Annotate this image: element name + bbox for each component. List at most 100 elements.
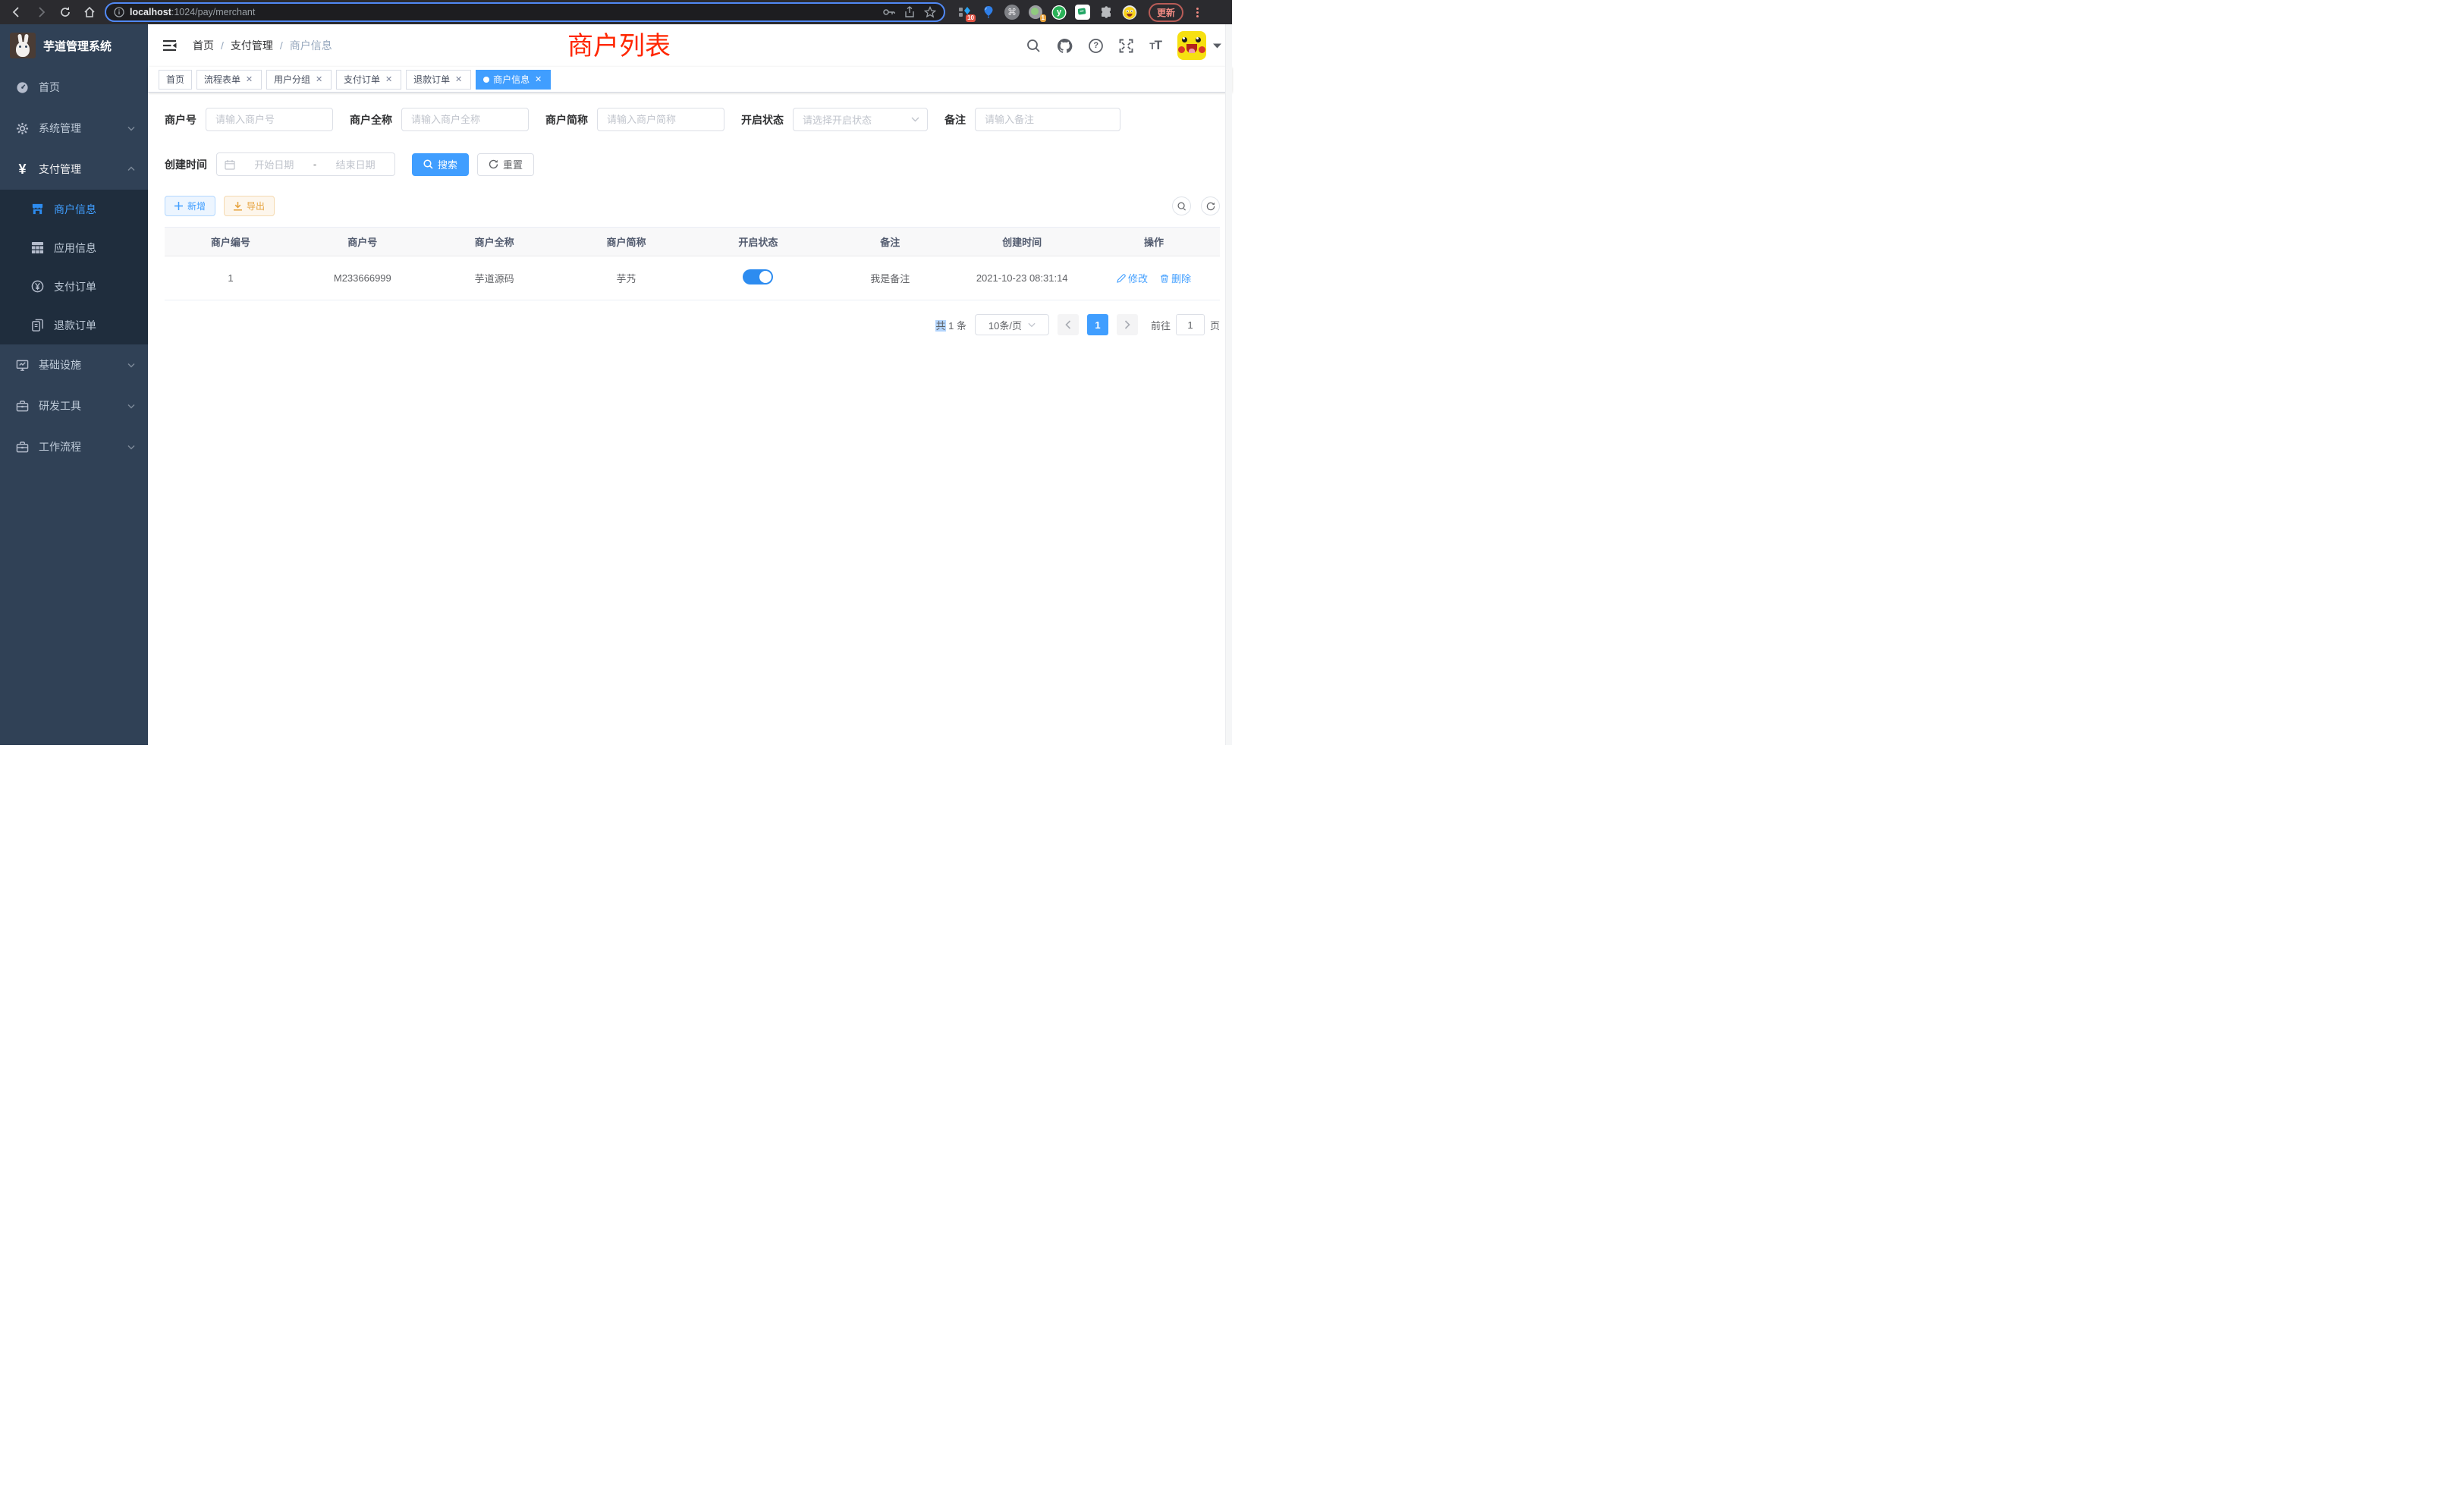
page-content: 商户号 商户全称 商户简称 开启状态 请选择开启状态: [148, 93, 1232, 745]
add-button[interactable]: 新增: [165, 196, 215, 216]
tab-close-icon[interactable]: ✕: [314, 74, 324, 84]
sidebar-collapse-button[interactable]: [159, 36, 182, 55]
browser-scrollbar[interactable]: [1225, 24, 1232, 745]
merchant-name-label: 商户全称: [350, 112, 392, 127]
extension-recorder-icon[interactable]: 1: [1028, 5, 1043, 20]
help-button[interactable]: ?: [1089, 39, 1103, 53]
fullscreen-icon[interactable]: [1119, 39, 1133, 53]
sidebar-item-merchant-info[interactable]: 商户信息: [0, 190, 148, 228]
goto-page-input[interactable]: [1176, 314, 1205, 335]
col-merchant-id: 商户编号: [165, 228, 297, 256]
extension-badge: 10: [966, 14, 976, 22]
date-separator: -: [313, 159, 316, 170]
reset-button-label: 重置: [503, 157, 523, 171]
extension-y-icon[interactable]: y: [1051, 5, 1067, 20]
sidebar-item-home[interactable]: 首页: [0, 67, 148, 108]
extension-balloon-icon[interactable]: [981, 5, 996, 20]
sidebar-item-pay-order[interactable]: 支付订单: [0, 267, 148, 306]
share-icon[interactable]: [904, 6, 915, 18]
extension-command-icon[interactable]: ⌘: [1004, 5, 1020, 20]
browser-toolbar: localhost:1024/pay/merchant 10 ⌘ 1 y: [0, 0, 1232, 24]
status-toggle[interactable]: [743, 269, 773, 284]
address-bar[interactable]: localhost:1024/pay/merchant: [105, 2, 945, 22]
tab-close-icon[interactable]: ✕: [533, 74, 543, 84]
export-button[interactable]: 导出: [224, 196, 275, 216]
pagination-total-highlight: 共: [935, 320, 945, 332]
col-merchant-name: 商户全称: [429, 228, 561, 256]
tab-merchant-info-active[interactable]: 商户信息✕: [476, 70, 551, 90]
refresh-table-button[interactable]: [1201, 196, 1220, 215]
sidebar-item-label: 商户信息: [54, 202, 96, 217]
create-time-range-picker[interactable]: 开始日期 - 结束日期: [216, 152, 395, 176]
extensions-area: 10 ⌘ 1 y 更新: [957, 3, 1200, 22]
sidebar-item-system[interactable]: 系统管理: [0, 108, 148, 149]
bookmark-star-icon[interactable]: [924, 6, 936, 18]
merchant-name-input[interactable]: [401, 108, 529, 131]
browser-back-button[interactable]: [8, 3, 26, 21]
sidebar-logo-row[interactable]: 芋道管理系统: [0, 24, 148, 67]
cell-create-time: 2021-10-23 08:31:14: [956, 256, 1088, 300]
edit-link[interactable]: 修改: [1117, 271, 1148, 285]
end-date-placeholder: 结束日期: [324, 157, 387, 171]
col-merchant-no: 商户号: [297, 228, 429, 256]
delete-link-label: 删除: [1171, 271, 1191, 285]
goto-label: 前往: [1151, 318, 1171, 332]
sidebar-item-label: 研发工具: [39, 398, 81, 413]
merchant-short-input[interactable]: [597, 108, 724, 131]
browser-forward-button[interactable]: [32, 3, 50, 21]
status-select[interactable]: 请选择开启状态: [793, 108, 928, 131]
page-size-value: 10条/页: [988, 318, 1022, 332]
tab-home[interactable]: 首页: [159, 70, 192, 90]
tab-user-group[interactable]: 用户分组 ✕: [266, 70, 332, 90]
github-icon[interactable]: [1057, 38, 1073, 54]
browser-menu-icon[interactable]: [1196, 8, 1199, 17]
page-size-select[interactable]: 10条/页: [975, 314, 1049, 335]
user-avatar[interactable]: [1177, 31, 1206, 60]
breadcrumb-item[interactable]: 支付管理: [231, 38, 273, 53]
breadcrumb-item[interactable]: 首页: [193, 38, 214, 53]
sidebar-item-refund-order[interactable]: 退款订单: [0, 306, 148, 344]
search-button-label: 搜索: [438, 157, 457, 171]
site-info-icon[interactable]: [114, 7, 124, 17]
page-number-1[interactable]: 1: [1087, 314, 1108, 335]
browser-reload-button[interactable]: [56, 3, 74, 21]
reset-button[interactable]: 重置: [477, 153, 534, 176]
search-icon: [1177, 202, 1186, 211]
tab-refund-order[interactable]: 退款订单✕: [406, 70, 471, 90]
tab-process-form[interactable]: 流程表单✕: [196, 70, 262, 90]
chrome-update-button[interactable]: 更新: [1149, 3, 1183, 22]
browser-home-button[interactable]: [80, 3, 99, 21]
tab-pay-order[interactable]: 支付订单 ✕: [336, 70, 401, 90]
dashboard-icon: [16, 81, 29, 94]
sidebar-item-pay[interactable]: ¥ 支付管理: [0, 149, 148, 190]
caret-down-icon[interactable]: [1213, 42, 1221, 49]
tab-close-icon[interactable]: ✕: [244, 74, 254, 84]
merchant-no-input[interactable]: [206, 108, 333, 131]
tab-label: 用户分组: [274, 73, 310, 86]
profile-avatar-emoji[interactable]: [1122, 5, 1137, 20]
col-create-time: 创建时间: [956, 228, 1088, 256]
extension-devtools-icon[interactable]: 10: [957, 5, 973, 20]
search-button[interactable]: 搜索: [412, 153, 469, 176]
col-actions: 操作: [1088, 228, 1220, 256]
extension-chat-icon[interactable]: [1075, 5, 1090, 20]
tab-label: 支付订单: [344, 73, 380, 86]
search-icon[interactable]: [1026, 39, 1041, 53]
sidebar-item-dev-tools[interactable]: 研发工具: [0, 385, 148, 426]
font-size-icon[interactable]: TT: [1149, 38, 1161, 53]
sidebar-item-infra[interactable]: 基础设施: [0, 344, 148, 385]
next-page-button[interactable]: [1117, 314, 1138, 335]
password-key-icon[interactable]: [883, 8, 895, 17]
delete-link[interactable]: 删除: [1160, 271, 1191, 285]
filter-row-2: 创建时间 开始日期 - 结束日期 搜索 重置: [165, 152, 1220, 176]
tab-close-icon[interactable]: ✕: [384, 74, 394, 84]
prev-page-button[interactable]: [1058, 314, 1079, 335]
extensions-puzzle-icon[interactable]: [1098, 5, 1114, 20]
show-search-toggle-button[interactable]: [1172, 196, 1191, 215]
tab-close-icon[interactable]: ✕: [454, 74, 464, 84]
shop-icon: [31, 203, 44, 215]
sidebar-item-app-info[interactable]: 应用信息: [0, 228, 148, 267]
gear-icon: [16, 122, 29, 135]
remark-input[interactable]: [975, 108, 1120, 131]
sidebar-item-workflow[interactable]: 工作流程: [0, 426, 148, 467]
